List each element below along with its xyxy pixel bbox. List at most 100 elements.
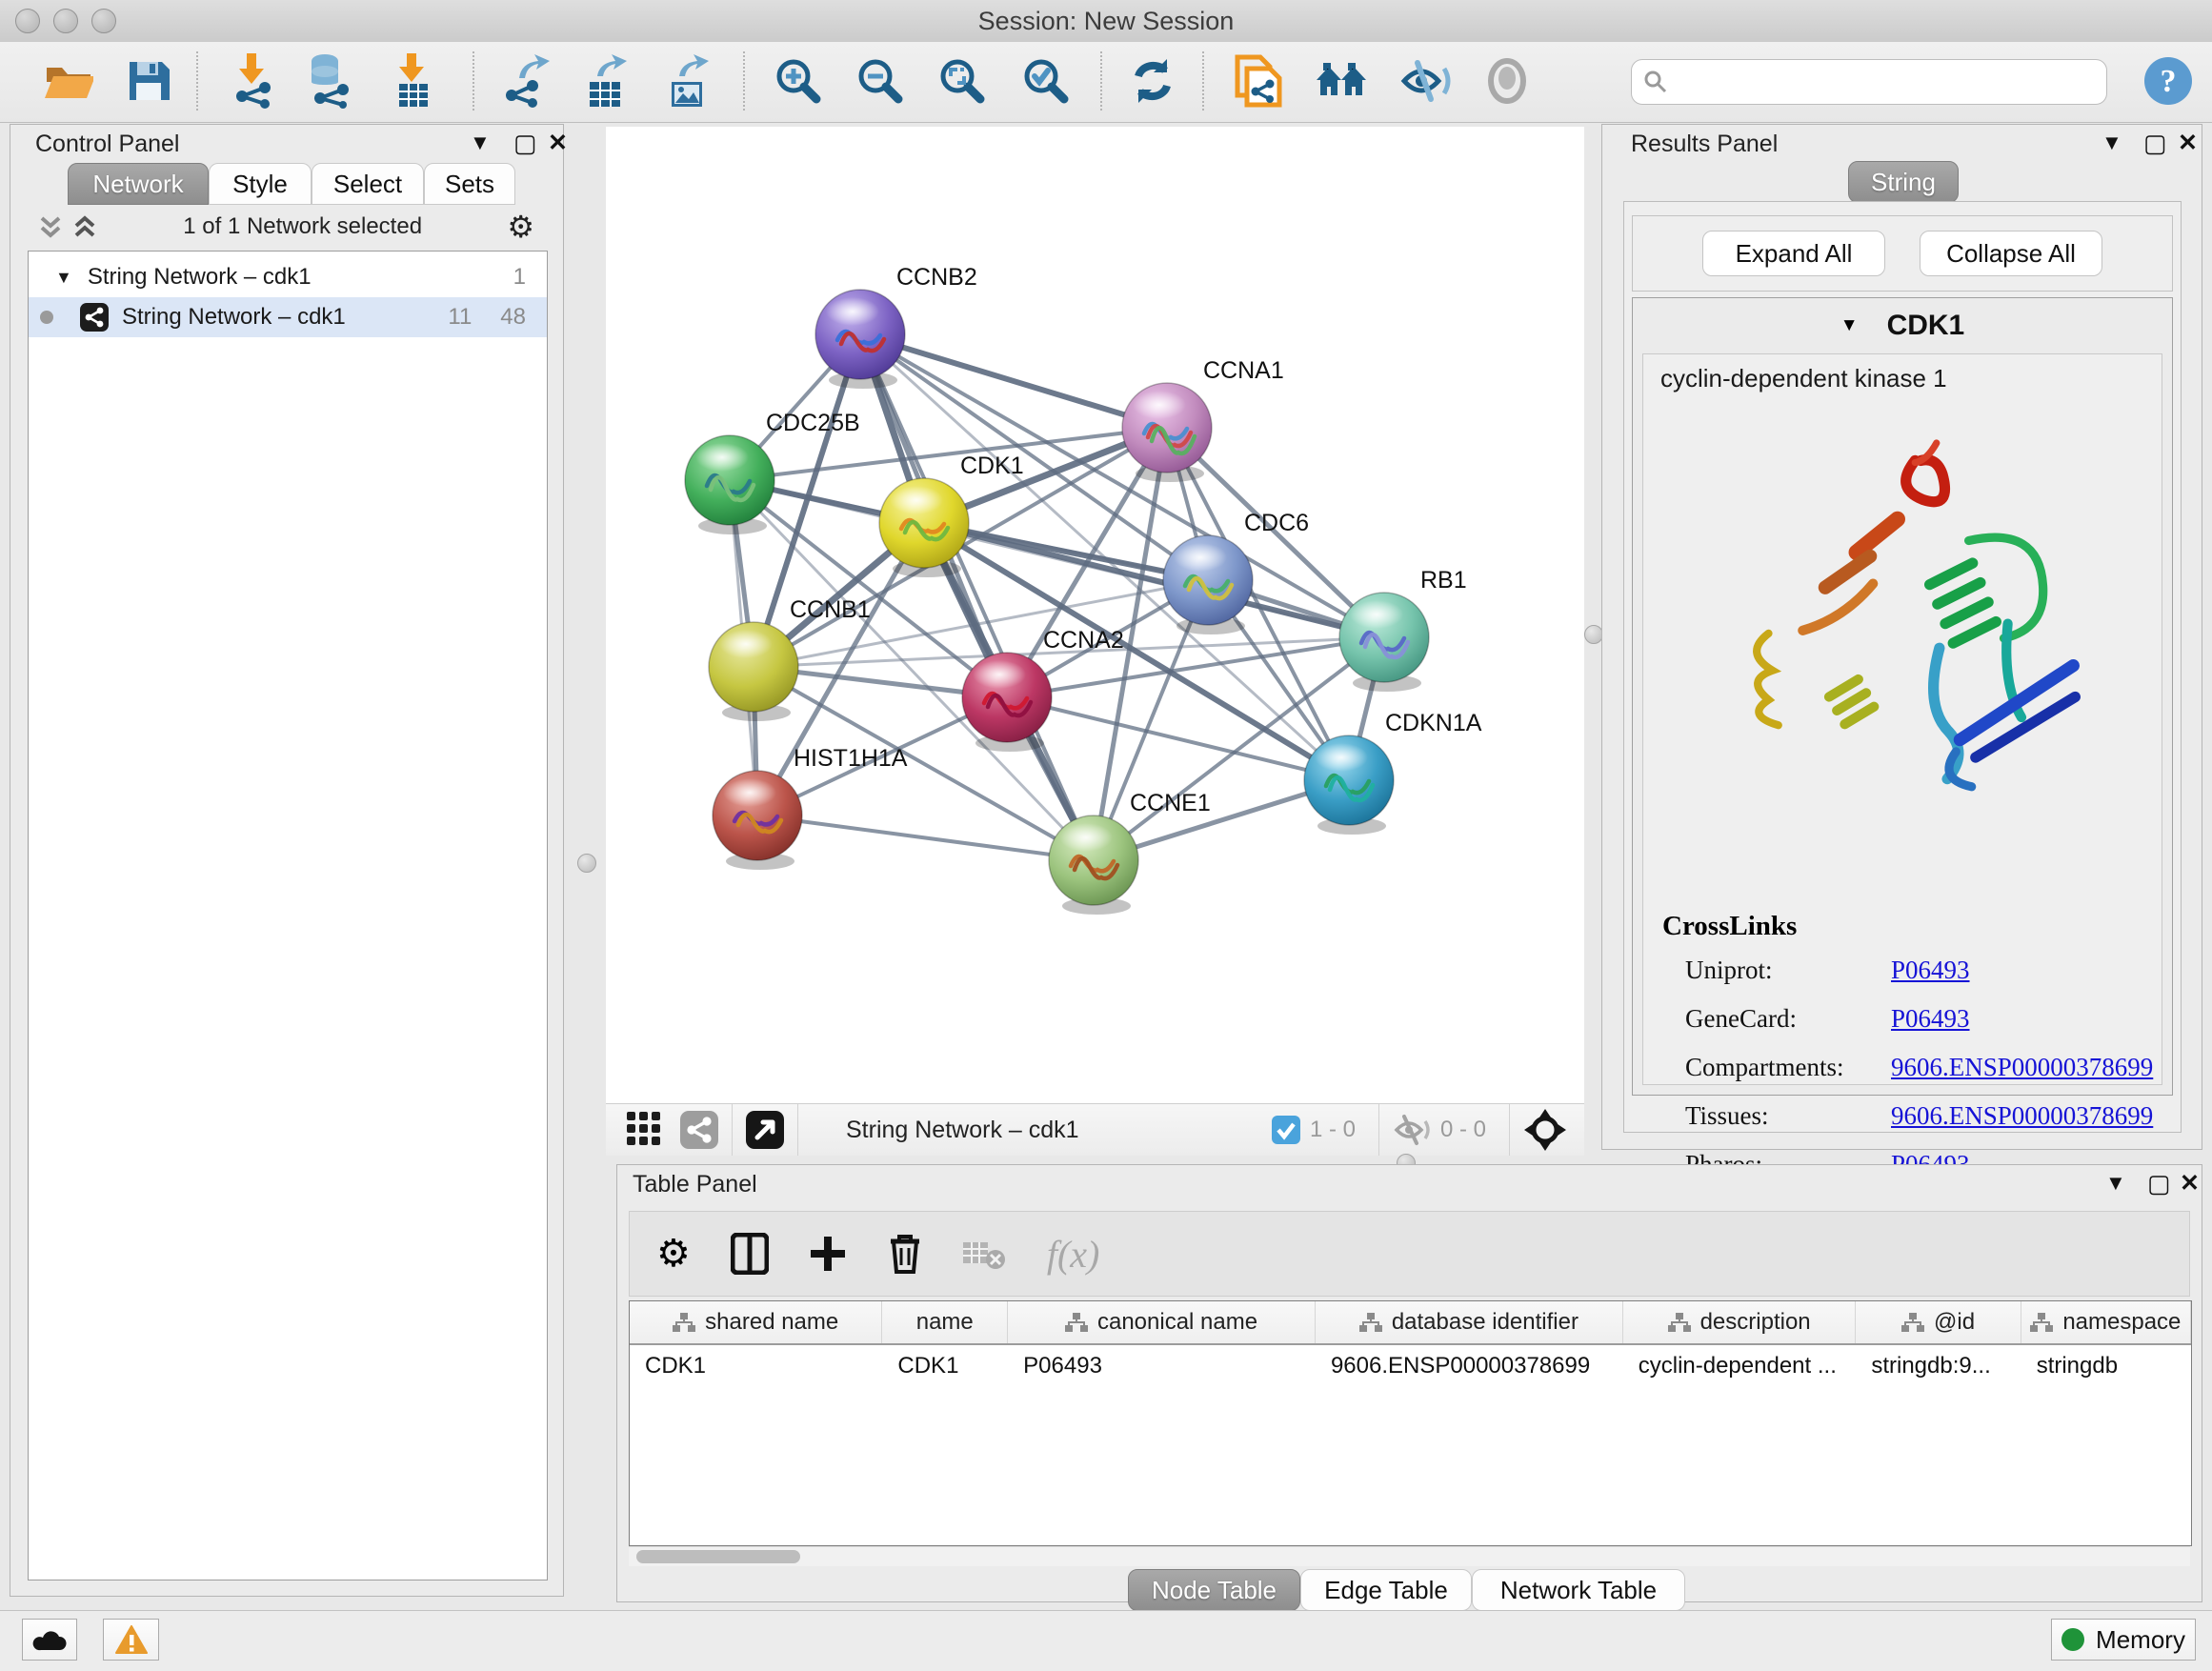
export-network-icon[interactable] bbox=[499, 53, 553, 109]
table-settings-gear-icon[interactable]: ⚙ bbox=[656, 1235, 691, 1273]
maximize-panel-icon[interactable]: ▢ bbox=[2143, 131, 2167, 155]
table-cell[interactable]: stringdb:9... bbox=[1856, 1345, 2021, 1387]
help-icon[interactable]: ? bbox=[2142, 53, 2195, 109]
network-node-CDKN1A[interactable]: CDKN1A bbox=[1304, 710, 1482, 835]
tab-network-table[interactable]: Network Table bbox=[1472, 1569, 1685, 1611]
show-columns-icon[interactable] bbox=[731, 1233, 769, 1275]
network-node-RB1[interactable]: RB1 bbox=[1339, 567, 1467, 692]
close-panel-icon[interactable]: ✕ bbox=[2178, 131, 2198, 155]
tab-network[interactable]: Network bbox=[68, 163, 209, 205]
column-header[interactable]: name bbox=[882, 1301, 1008, 1343]
network-share-icon bbox=[80, 303, 109, 332]
float-panel-icon[interactable]: ▼ bbox=[2105, 1173, 2126, 1194]
close-panel-icon[interactable]: ✕ bbox=[548, 131, 568, 155]
column-header[interactable]: description bbox=[1623, 1301, 1857, 1343]
table-cell[interactable]: cyclin-dependent ... bbox=[1623, 1345, 1857, 1387]
crosslink-link[interactable]: P06493 bbox=[1891, 956, 1970, 985]
crosslink-link[interactable]: 9606.ENSP00000378699 bbox=[1891, 1101, 2153, 1131]
open-in-new-window-icon[interactable] bbox=[746, 1111, 784, 1149]
right-splitter-handle[interactable] bbox=[1584, 625, 1603, 644]
column-header[interactable]: namespace bbox=[2021, 1301, 2191, 1343]
tab-select[interactable]: Select bbox=[312, 163, 424, 205]
table-cell[interactable]: CDK1 bbox=[630, 1345, 882, 1387]
table-cell[interactable]: P06493 bbox=[1008, 1345, 1316, 1387]
grid-view-icon[interactable] bbox=[627, 1112, 663, 1148]
export-image-icon[interactable] bbox=[661, 53, 714, 109]
float-panel-icon[interactable]: ▼ bbox=[470, 132, 491, 153]
delete-column-trash-icon[interactable] bbox=[887, 1232, 923, 1276]
results-panel-title: Results Panel bbox=[1631, 131, 1778, 158]
add-column-icon[interactable] bbox=[809, 1233, 847, 1275]
refresh-icon[interactable] bbox=[1126, 53, 1179, 109]
table-cell[interactable]: stringdb bbox=[2021, 1345, 2191, 1387]
network-row[interactable]: String Network – cdk1 11 48 bbox=[29, 297, 547, 337]
collapse-triangle-icon[interactable]: ▼ bbox=[55, 268, 72, 288]
gene-name: CDK1 bbox=[1887, 310, 1965, 342]
tab-node-table[interactable]: Node Table bbox=[1128, 1569, 1300, 1611]
collapse-all-icon[interactable] bbox=[37, 212, 64, 241]
network-edge[interactable] bbox=[860, 334, 1094, 860]
tab-sets[interactable]: Sets bbox=[424, 163, 515, 205]
network-node-CCNE1[interactable]: CCNE1 bbox=[1049, 790, 1211, 915]
zoom-fit-icon[interactable] bbox=[935, 53, 989, 109]
warnings-button[interactable] bbox=[103, 1619, 159, 1661]
memory-button[interactable]: Memory bbox=[2051, 1619, 2196, 1661]
column-header[interactable]: @id bbox=[1856, 1301, 2021, 1343]
tab-edge-table[interactable]: Edge Table bbox=[1300, 1569, 1472, 1611]
network-node-CDK1[interactable]: CDK1 bbox=[879, 453, 1024, 577]
network-node-CCNB2[interactable]: CCNB2 bbox=[815, 264, 977, 389]
column-header[interactable]: database identifier bbox=[1316, 1301, 1623, 1343]
string-results-container: Expand All Collapse All ▼ CDK1 cyclin-de… bbox=[1623, 201, 2182, 1133]
expand-all-icon[interactable] bbox=[71, 212, 98, 241]
table-row[interactable]: CDK1CDK1P064939606.ENSP00000378699cyclin… bbox=[630, 1345, 2191, 1387]
node-label: RB1 bbox=[1420, 567, 1467, 594]
duplicate-network-icon[interactable] bbox=[1231, 53, 1284, 109]
tab-style[interactable]: Style bbox=[209, 163, 312, 205]
export-table-icon[interactable] bbox=[579, 53, 633, 109]
gene-section-header[interactable]: ▼ CDK1 bbox=[1633, 298, 2172, 353]
save-session-icon[interactable] bbox=[122, 53, 175, 109]
collapse-all-button[interactable]: Collapse All bbox=[1920, 231, 2102, 276]
crosslink-link[interactable]: P06493 bbox=[1891, 1004, 1970, 1034]
maximize-panel-icon[interactable]: ▢ bbox=[513, 131, 537, 155]
search-box[interactable] bbox=[1631, 59, 2107, 105]
gear-icon[interactable]: ⚙ bbox=[507, 209, 534, 245]
cloud-button[interactable] bbox=[22, 1619, 77, 1661]
import-network-file-icon[interactable] bbox=[225, 53, 278, 109]
network-node-HIST1H1A[interactable]: HIST1H1A bbox=[713, 745, 908, 870]
close-panel-icon[interactable]: ✕ bbox=[2180, 1172, 2200, 1196]
network-view-share-icon[interactable] bbox=[680, 1111, 718, 1149]
selected-checkbox-icon[interactable] bbox=[1272, 1116, 1300, 1144]
expand-all-button[interactable]: Expand All bbox=[1702, 231, 1885, 276]
show-panel-eye-icon[interactable] bbox=[1480, 53, 1534, 109]
table-horizontal-scrollbar[interactable] bbox=[629, 1546, 2190, 1566]
column-header[interactable]: canonical name bbox=[1008, 1301, 1316, 1343]
table-cell[interactable]: CDK1 bbox=[882, 1345, 1008, 1387]
zoom-in-icon[interactable] bbox=[772, 53, 825, 109]
search-input[interactable] bbox=[1676, 68, 2095, 96]
tab-string[interactable]: String bbox=[1848, 161, 1959, 203]
hide-panel-eye-icon[interactable] bbox=[1398, 53, 1452, 109]
maximize-panel-icon[interactable]: ▢ bbox=[2147, 1171, 2171, 1196]
network-collection-row[interactable]: ▼ String Network – cdk1 1 bbox=[29, 257, 547, 297]
home-icon[interactable] bbox=[1315, 53, 1368, 109]
scrollbar-thumb[interactable] bbox=[636, 1550, 800, 1563]
import-network-database-icon[interactable] bbox=[301, 53, 354, 109]
birdseye-crosshair-icon[interactable] bbox=[1523, 1108, 1567, 1152]
column-header-label: database identifier bbox=[1392, 1309, 1579, 1336]
network-edge[interactable] bbox=[860, 334, 1167, 428]
column-header[interactable]: shared name bbox=[630, 1301, 882, 1343]
zoom-selected-icon[interactable] bbox=[1019, 53, 1073, 109]
left-splitter-handle[interactable] bbox=[577, 854, 596, 873]
table-cell[interactable]: 9606.ENSP00000378699 bbox=[1316, 1345, 1623, 1387]
import-table-icon[interactable] bbox=[385, 53, 438, 109]
collapse-triangle-icon[interactable]: ▼ bbox=[1840, 315, 1859, 336]
crosslink-link[interactable]: 9606.ENSP00000378699 bbox=[1891, 1053, 2153, 1082]
network-edge[interactable] bbox=[757, 815, 1094, 860]
toolbar-separator bbox=[196, 51, 198, 111]
zoom-out-icon[interactable] bbox=[854, 53, 907, 109]
float-panel-icon[interactable]: ▼ bbox=[2101, 132, 2122, 153]
crosslink-label: Uniprot: bbox=[1685, 956, 1891, 985]
network-graph[interactable]: CCNB2CCNA1CDC25BCDK1CDC6RB1CCNB1CCNA2CDK… bbox=[606, 127, 1584, 1103]
open-file-icon[interactable] bbox=[42, 53, 95, 109]
